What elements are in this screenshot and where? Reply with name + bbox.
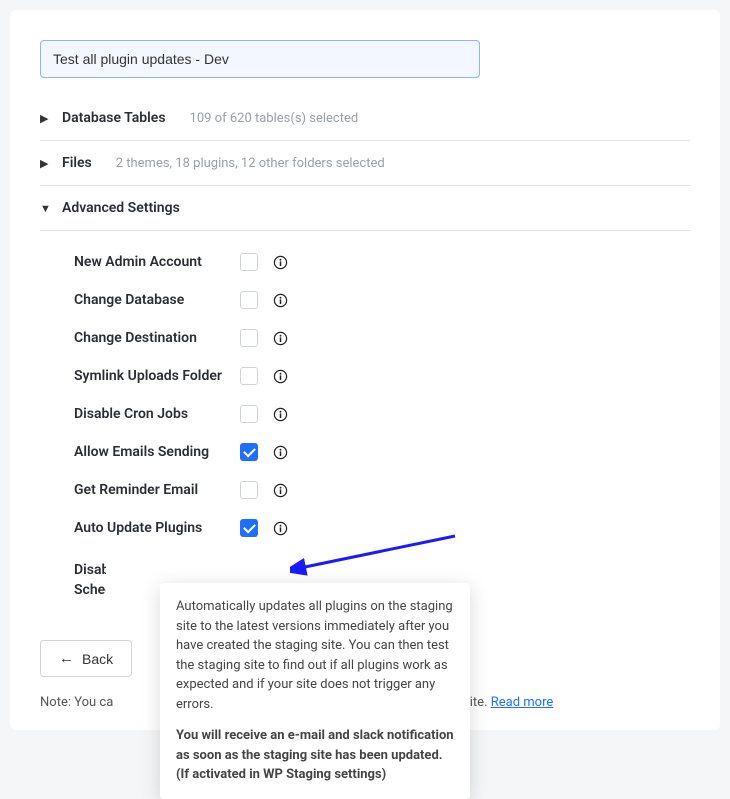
section-label: Advanced Settings — [62, 200, 180, 216]
setting-reminder: Get Reminder Email — [74, 471, 690, 509]
tooltip-paragraph: Automatically updates all plugins on the… — [176, 597, 454, 714]
setting-label: Symlink Uploads Folder — [74, 368, 226, 384]
info-icon[interactable] — [272, 444, 288, 460]
section-label: Database Tables — [62, 110, 166, 126]
setting-label: Change Database — [74, 292, 226, 308]
setting-label: Disable Cron Jobs — [74, 406, 226, 422]
info-icon[interactable] — [272, 292, 288, 308]
checkbox-auto-update[interactable] — [240, 519, 258, 537]
caret-right-icon: ▶ — [40, 157, 52, 170]
info-icon[interactable] — [272, 254, 288, 270]
info-icon[interactable] — [272, 330, 288, 346]
checkbox-reminder[interactable] — [240, 481, 258, 499]
section-database-tables[interactable]: ▶ Database Tables 109 of 620 tables(s) s… — [40, 96, 690, 141]
section-meta: 2 themes, 18 plugins, 12 other folders s… — [116, 156, 385, 171]
setting-change-dest: Change Destination — [74, 319, 690, 357]
checkbox-new-admin[interactable] — [240, 253, 258, 271]
arrow-left-icon: ← — [59, 650, 74, 667]
staging-name-input[interactable] — [40, 40, 480, 78]
setting-allow-emails: Allow Emails Sending — [74, 433, 690, 471]
setting-new-admin: New Admin Account — [74, 243, 690, 281]
info-icon[interactable] — [272, 482, 288, 498]
back-button[interactable]: ← Back — [40, 640, 132, 677]
info-icon[interactable] — [272, 406, 288, 422]
setting-disable-cron: Disable Cron Jobs — [74, 395, 690, 433]
setting-label: Disab Scheo — [74, 561, 106, 600]
info-icon[interactable] — [272, 368, 288, 384]
checkbox-disable-cron[interactable] — [240, 405, 258, 423]
info-icon-auto-update[interactable] — [272, 520, 288, 536]
caret-right-icon: ▶ — [40, 112, 52, 125]
checkbox-symlink[interactable] — [240, 367, 258, 385]
read-more-link[interactable]: Read more — [491, 695, 554, 710]
back-label: Back — [82, 651, 113, 667]
checkbox-change-db[interactable] — [240, 291, 258, 309]
setting-label: Allow Emails Sending — [74, 444, 226, 460]
setting-label: Get Reminder Email — [74, 482, 226, 498]
checkbox-allow-emails[interactable] — [240, 443, 258, 461]
setting-symlink: Symlink Uploads Folder — [74, 357, 690, 395]
tooltip-auto-update: Automatically updates all plugins on the… — [160, 583, 470, 799]
setting-label: Change Destination — [74, 330, 226, 346]
section-label: Files — [62, 155, 92, 171]
section-files[interactable]: ▶ Files 2 themes, 18 plugins, 12 other f… — [40, 141, 690, 186]
setting-auto-update: Auto Update Plugins — [74, 509, 690, 547]
caret-down-icon: ▼ — [40, 202, 52, 215]
setting-label: New Admin Account — [74, 254, 226, 270]
section-meta: 109 of 620 tables(s) selected — [190, 111, 359, 126]
setting-change-db: Change Database — [74, 281, 690, 319]
setting-label: Auto Update Plugins — [74, 520, 226, 536]
checkbox-change-dest[interactable] — [240, 329, 258, 347]
section-advanced[interactable]: ▼ Advanced Settings — [40, 186, 690, 231]
